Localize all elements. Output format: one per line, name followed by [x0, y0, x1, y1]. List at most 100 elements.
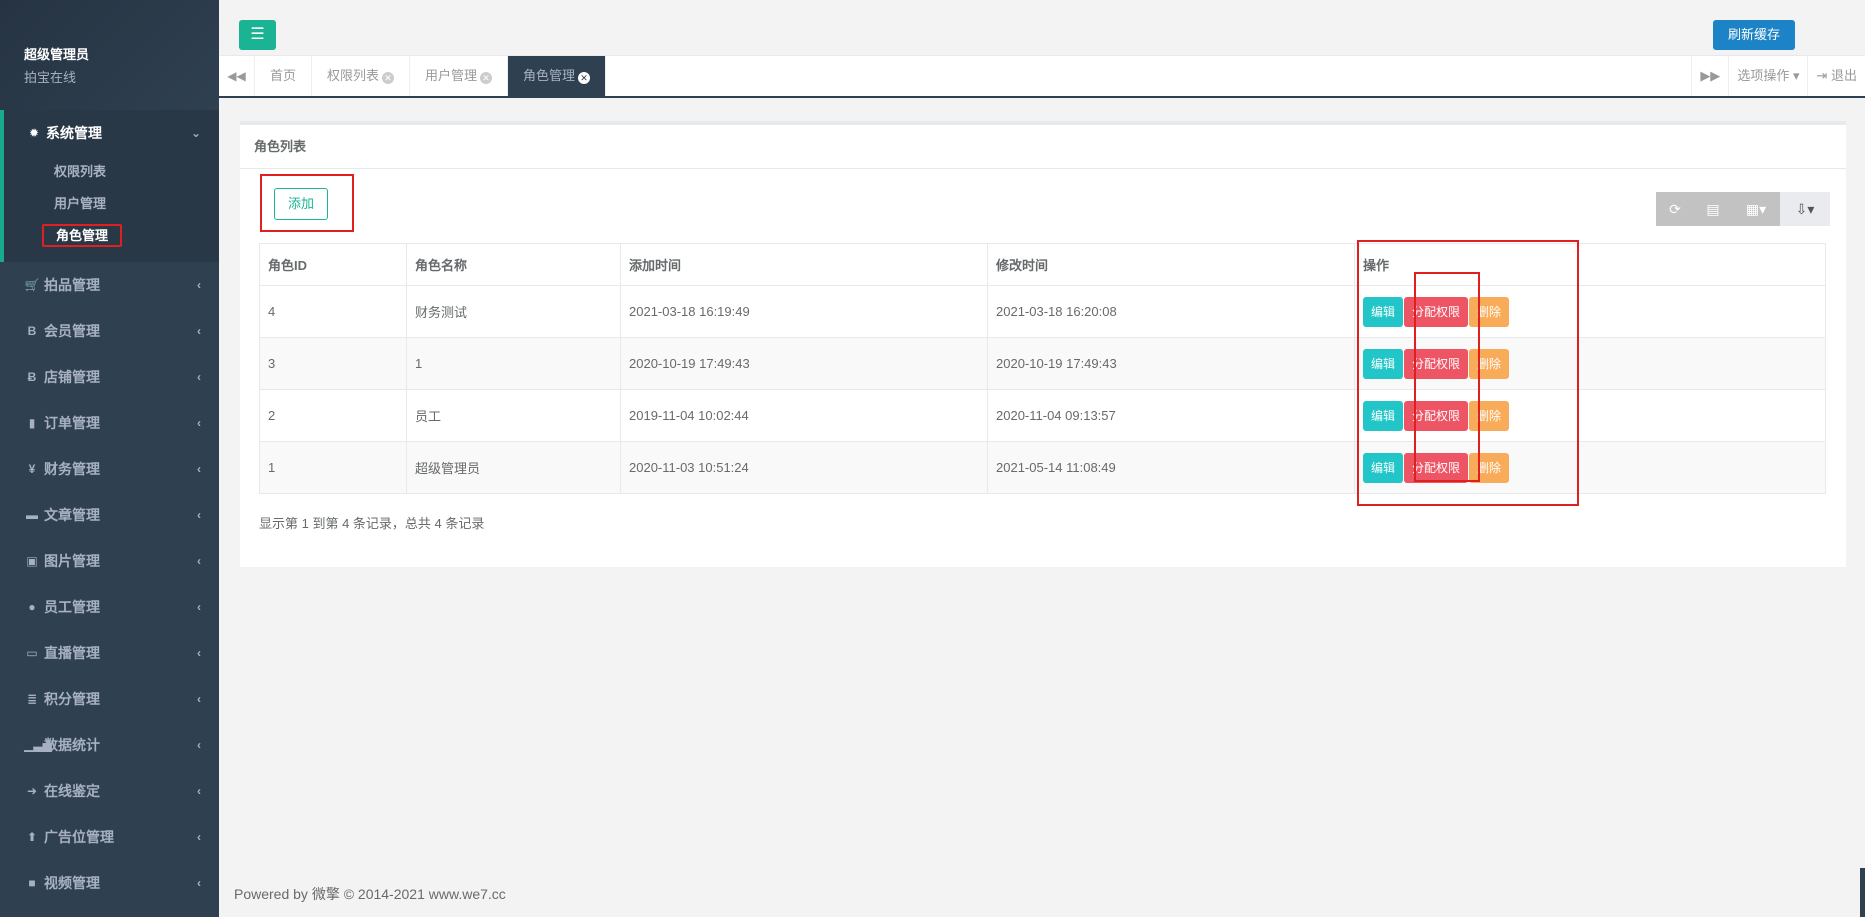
col-modified[interactable]: 修改时间: [987, 243, 1355, 286]
assign-permission-button[interactable]: 分配权限: [1404, 296, 1469, 327]
sidebar-item-ads[interactable]: ⬆ 广告位管理 ‹: [0, 814, 219, 860]
sidebar-item-articles[interactable]: ▬ 文章管理 ‹: [0, 492, 219, 538]
add-highlight-box: 添加: [260, 174, 354, 232]
sidebar-item-appraisal[interactable]: ➜ 在线鉴定 ‹: [0, 768, 219, 814]
tab-roles[interactable]: 角色管理 ✕: [508, 56, 607, 96]
sidebar-item-lots[interactable]: 🛒 拍品管理 ‹: [0, 262, 219, 308]
chevron-left-icon: ‹: [197, 278, 201, 292]
scroll-edge: [1860, 868, 1865, 917]
sidebar-item-members[interactable]: B 会员管理 ‹: [0, 308, 219, 354]
bar-chart-icon: ▁▃▅: [24, 738, 52, 752]
sidebar-item-videos[interactable]: ■ 视频管理 ‹: [0, 860, 219, 906]
sidebar-item-images[interactable]: ▣ 图片管理 ‹: [0, 538, 219, 584]
cell-role-name: 员工: [406, 389, 621, 442]
sidebar-item-label: 系统管理: [46, 125, 102, 141]
delete-button[interactable]: 删除: [1469, 400, 1510, 431]
logout-button[interactable]: ⇥ 退出: [1807, 56, 1865, 96]
cell-role-id: 1: [259, 441, 407, 494]
sidebar-item-orders[interactable]: ▮ 订单管理 ‹: [0, 400, 219, 446]
hamburger-icon: ☰: [250, 26, 265, 43]
sidebar-item-finance[interactable]: ¥ 财务管理 ‹: [0, 446, 219, 492]
sidebar-item-shops[interactable]: Ƀ 店铺管理 ‹: [0, 354, 219, 400]
tab-users[interactable]: 用户管理 ✕: [410, 56, 509, 96]
tabs-scroll-left-button[interactable]: ◀◀: [219, 56, 255, 96]
sign-out-icon: ⇥: [1816, 68, 1831, 83]
table-row: 4 财务测试 2021-03-18 16:19:49 2021-03-18 16…: [259, 285, 1826, 338]
close-icon[interactable]: ✕: [480, 72, 493, 84]
cell-role-id: 4: [259, 285, 407, 338]
add-button[interactable]: 添加: [274, 188, 328, 220]
chevron-left-icon: ‹: [197, 784, 201, 798]
refresh-icon[interactable]: ⟳: [1656, 192, 1694, 226]
edit-button[interactable]: 编辑: [1363, 452, 1404, 483]
sidebar-item-live[interactable]: ▭ 直播管理 ‹: [0, 630, 219, 676]
delete-button[interactable]: 删除: [1469, 452, 1510, 483]
book-icon: ▮: [28, 416, 36, 430]
chevron-left-icon: ‹: [197, 554, 201, 568]
assign-permission-button[interactable]: 分配权限: [1404, 348, 1469, 379]
tabs-scroll-right-button[interactable]: ▶▶: [1691, 56, 1728, 96]
chevron-left-icon: ‹: [197, 830, 201, 844]
profile: 超级管理员 拍宝在线: [0, 0, 219, 110]
profile-name[interactable]: 超级管理员: [24, 44, 219, 63]
chevron-left-icon: ‹: [197, 416, 201, 430]
sidebar-item-system[interactable]: ✹ 系统管理 ⌄: [4, 110, 219, 156]
submenu-item-users[interactable]: 用户管理: [4, 188, 219, 220]
edit-button[interactable]: 编辑: [1363, 296, 1404, 327]
chevron-left-icon: ‹: [197, 600, 201, 614]
assign-permission-button[interactable]: 分配权限: [1404, 400, 1469, 431]
table-header-row: 角色ID 角色名称 添加时间 修改时间 操作: [259, 243, 1826, 286]
delete-button[interactable]: 删除: [1469, 296, 1510, 327]
tabs-right-controls: ▶▶ 选项操作 ▾ ⇥ 退出: [1691, 56, 1865, 96]
edit-button[interactable]: 编辑: [1363, 348, 1404, 379]
sidebar-item-points[interactable]: ≣ 积分管理 ‹: [0, 676, 219, 722]
export-icon[interactable]: ⇩▾: [1780, 192, 1830, 226]
assign-permission-button[interactable]: 分配权限: [1404, 452, 1469, 483]
cell-role-id: 2: [259, 389, 407, 442]
forward-icon: ▶▶: [1700, 68, 1721, 83]
chevron-left-icon: ‹: [197, 370, 201, 384]
pagination-summary: 显示第 1 到第 4 条记录，总共 4 条记录: [259, 516, 485, 531]
col-role-name[interactable]: 角色名称: [406, 243, 621, 286]
backward-icon: ◀◀: [227, 69, 246, 83]
cell-role-name: 财务测试: [406, 285, 621, 338]
submenu-item-permissions[interactable]: 权限列表: [4, 156, 219, 188]
list-icon[interactable]: ▤: [1694, 192, 1732, 226]
database-icon: ≣: [26, 692, 38, 706]
submenu-item-roles[interactable]: 角色管理: [4, 220, 219, 252]
menu-toggle-button[interactable]: ☰: [239, 20, 276, 50]
col-role-id[interactable]: 角色ID: [259, 243, 407, 286]
sidebar-submenu: 权限列表 用户管理 角色管理: [4, 156, 219, 252]
bold-b-icon: B: [27, 324, 37, 338]
briefcase-icon: ▬: [26, 508, 38, 522]
cell-modified: 2021-03-18 16:20:08: [987, 285, 1355, 338]
bitcoin-icon: Ƀ: [27, 370, 37, 384]
cell-role-name: 超级管理员: [406, 441, 621, 494]
options-dropdown[interactable]: 选项操作 ▾: [1728, 56, 1807, 96]
chevron-left-icon: ‹: [197, 646, 201, 660]
chevron-left-icon: ‹: [197, 876, 201, 890]
close-icon[interactable]: ✕: [382, 72, 395, 84]
cell-actions: 编辑 分配权限 删除: [1354, 285, 1826, 338]
columns-icon[interactable]: ▦▾: [1732, 192, 1780, 226]
table-row: 3 1 2020-10-19 17:49:43 2020-10-19 17:49…: [259, 337, 1826, 390]
cell-created: 2019-11-04 10:02:44: [620, 389, 988, 442]
refresh-cache-button[interactable]: 刷新缓存: [1713, 20, 1795, 50]
cell-actions: 编辑 分配权限 删除: [1354, 441, 1826, 494]
image-icon: ▣: [26, 554, 38, 568]
col-created[interactable]: 添加时间: [620, 243, 988, 286]
delete-button[interactable]: 删除: [1469, 348, 1510, 379]
cell-role-id: 3: [259, 337, 407, 390]
chevron-left-icon: ‹: [197, 692, 201, 706]
cell-actions: 编辑 分配权限 删除: [1354, 389, 1826, 442]
tab-home[interactable]: 首页: [255, 56, 313, 96]
sidebar-item-stats[interactable]: ▁▃▅ 数据统计 ‹: [0, 722, 219, 768]
cell-modified: 2020-10-19 17:49:43: [987, 337, 1355, 390]
tab-permissions[interactable]: 权限列表 ✕: [312, 56, 411, 96]
chevron-left-icon: ‹: [197, 462, 201, 476]
close-icon[interactable]: ✕: [578, 72, 591, 84]
sidebar-item-staff[interactable]: ● 员工管理 ‹: [0, 584, 219, 630]
edit-button[interactable]: 编辑: [1363, 400, 1404, 431]
sidebar-group-system: ✹ 系统管理 ⌄ 权限列表 用户管理 角色管理: [0, 110, 219, 262]
chevron-left-icon: ‹: [197, 324, 201, 338]
